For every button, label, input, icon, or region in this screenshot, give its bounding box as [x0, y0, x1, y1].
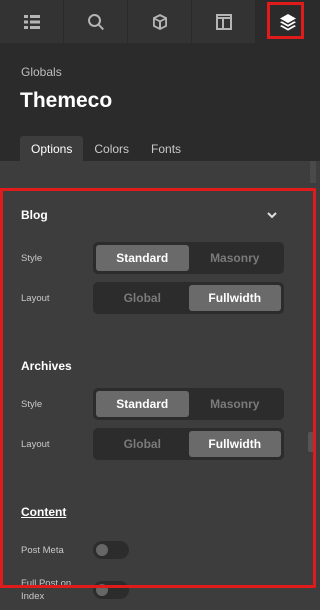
- blog-layout-global[interactable]: Global: [96, 285, 189, 311]
- search-icon: [87, 13, 104, 30]
- blog-style-masonry[interactable]: Masonry: [189, 245, 282, 271]
- tab-options[interactable]: Options: [20, 136, 84, 161]
- post-meta-label: Post Meta: [21, 545, 64, 556]
- toggle-knob: [96, 584, 108, 596]
- section-title-blog: Blog: [21, 208, 48, 222]
- archives-layout-label: Layout: [21, 439, 50, 450]
- full-post-label-line2: Index: [21, 591, 45, 602]
- layers-icon: [279, 13, 296, 31]
- layout-icon: [215, 13, 232, 30]
- full-post-label: Full Post on Index: [21, 577, 71, 603]
- blog-style-control: Standard Masonry: [93, 242, 284, 274]
- list-icon: [23, 14, 40, 29]
- chevron-down-icon: [267, 212, 277, 219]
- archives-style-control: Standard Masonry: [93, 388, 284, 420]
- cube-icon: [152, 13, 167, 30]
- blog-layout-fullwidth[interactable]: Fullwidth: [188, 285, 281, 311]
- full-post-toggle[interactable]: [93, 581, 129, 599]
- full-post-label-line1: Full Post on: [21, 578, 72, 589]
- page-title: Themeco: [20, 89, 113, 112]
- archives-style-standard[interactable]: Standard: [96, 391, 189, 417]
- section-title-content: Content: [21, 505, 67, 519]
- archives-layout-fullwidth[interactable]: Fullwidth: [188, 431, 281, 457]
- scrollbar-thumb[interactable]: [308, 432, 316, 452]
- top-toolbar: [0, 0, 320, 43]
- globals-button[interactable]: [256, 0, 320, 43]
- post-meta-toggle[interactable]: [93, 541, 129, 559]
- blog-layout-label: Layout: [21, 293, 50, 304]
- breadcrumb: Globals: [21, 65, 62, 79]
- archives-layout-control: Global Fullwidth: [93, 428, 284, 460]
- blog-style-standard[interactable]: Standard: [96, 245, 189, 271]
- tab-bar: Options Colors Fonts: [20, 136, 192, 161]
- blog-layout-control: Global Fullwidth: [93, 282, 284, 314]
- list-button[interactable]: [0, 0, 64, 43]
- archives-layout-global[interactable]: Global: [96, 431, 189, 457]
- toggle-knob: [96, 544, 108, 556]
- tab-colors[interactable]: Colors: [83, 136, 140, 161]
- panel-header: Globals Themeco Options Colors Fonts: [0, 43, 320, 161]
- elements-button[interactable]: [128, 0, 192, 43]
- tab-fonts[interactable]: Fonts: [140, 136, 192, 161]
- search-button[interactable]: [64, 0, 128, 43]
- archives-style-masonry[interactable]: Masonry: [189, 391, 282, 417]
- archives-style-label: Style: [21, 399, 43, 410]
- layout-button[interactable]: [192, 0, 256, 43]
- collapse-toggle[interactable]: [266, 208, 278, 220]
- blog-style-label: Style: [21, 253, 43, 264]
- scrollbar-track-top: [310, 161, 316, 183]
- section-title-archives: Archives: [21, 359, 72, 373]
